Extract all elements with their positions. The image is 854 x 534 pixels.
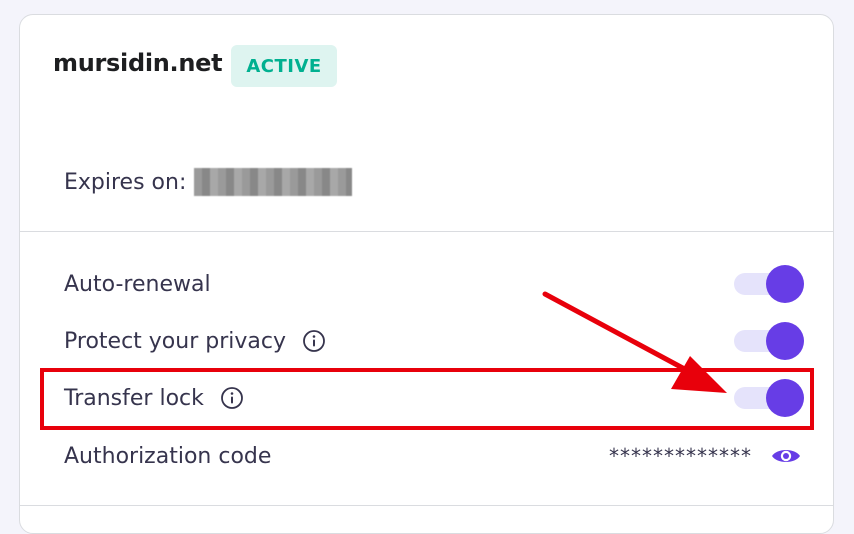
annotation-highlight-box xyxy=(40,368,814,430)
info-icon[interactable] xyxy=(302,329,326,353)
authorization-label: Authorization code xyxy=(64,443,272,469)
expires-row: Expires on: xyxy=(64,168,353,196)
auto-renewal-label: Auto-renewal xyxy=(64,271,211,297)
domain-card: mursidin.net ACTIVE Expires on: Auto-ren… xyxy=(19,14,834,534)
expires-date-redacted xyxy=(194,168,353,196)
domain-name: mursidin.net xyxy=(53,49,223,77)
authorization-code-value: ************* xyxy=(609,444,752,468)
toggle-knob xyxy=(766,322,804,360)
authorization-row: Authorization code ************* xyxy=(64,436,804,476)
expires-label: Expires on: xyxy=(64,169,187,195)
toggle-knob xyxy=(766,265,804,303)
privacy-toggle[interactable] xyxy=(734,322,804,360)
eye-icon[interactable] xyxy=(770,445,802,467)
status-badge: ACTIVE xyxy=(231,45,337,87)
privacy-row: Protect your privacy xyxy=(64,321,804,361)
section-divider xyxy=(20,231,833,232)
auto-renewal-toggle[interactable] xyxy=(734,265,804,303)
privacy-label: Protect your privacy xyxy=(64,328,286,354)
bottom-divider xyxy=(20,505,833,506)
auto-renewal-row: Auto-renewal xyxy=(64,264,804,304)
